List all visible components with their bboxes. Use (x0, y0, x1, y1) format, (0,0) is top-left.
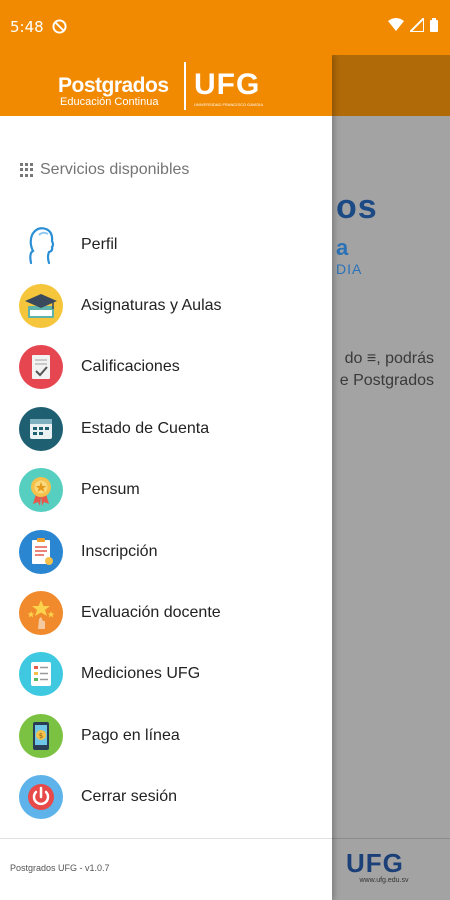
drawer-footer-divider (0, 838, 332, 839)
apps-grid-icon (20, 163, 34, 177)
mobile-payment-icon: $ (19, 713, 63, 758)
menu-item-evaluacion-docente[interactable]: Evaluación docente (0, 582, 332, 643)
brand-ufg: UFG UNIVERSIDAD FRANCISCO GAVIDIA (194, 60, 278, 112)
wifi-icon (388, 18, 404, 31)
svg-text:$: $ (39, 732, 43, 740)
do-not-disturb-icon (52, 19, 67, 34)
status-time: 5:48 (10, 18, 44, 36)
section-label-text: Servicios disponibles (40, 161, 190, 178)
menu-label: Estado de Cuenta (81, 419, 210, 437)
checklist-icon (19, 529, 63, 574)
background-text: do ≡, podrás e Postgrados (332, 348, 450, 392)
drawer-header: Postgrados Educación Continua UFG UNIVER… (0, 55, 332, 116)
menu-label: Evaluación docente (81, 604, 221, 622)
brand-ufg-text: UFG (194, 68, 261, 101)
menu-item-estado-cuenta[interactable]: Estado de Cuenta (0, 398, 332, 459)
menu-item-perfil[interactable]: Perfil (0, 214, 332, 275)
profile-head-icon (19, 222, 63, 267)
brand-divider (184, 62, 186, 110)
background-screen[interactable]: os a DIA do ≡, podrás e Postgrados UFG w… (332, 55, 450, 900)
background-footer-logo: UFG www.ufg.edu.sv (346, 848, 422, 884)
menu-label: Calificaciones (81, 358, 180, 376)
menu-item-asignaturas[interactable]: Asignaturas y Aulas (0, 275, 332, 336)
menu-item-pago-en-linea[interactable]: $ Pago en línea (0, 705, 332, 766)
app-version: Postgrados UFG - v1.0.7 (10, 863, 110, 873)
grades-document-icon (19, 345, 63, 390)
background-title: os (336, 188, 378, 226)
survey-board-icon (19, 652, 63, 697)
power-icon (19, 775, 63, 820)
background-subtitle: a (336, 235, 349, 260)
menu-item-cerrar-sesion[interactable]: Cerrar sesión (0, 767, 332, 828)
menu-label: Inscripción (81, 542, 158, 560)
battery-icon (430, 18, 438, 32)
account-statement-icon (19, 406, 63, 451)
brand-ufg-subtitle: UNIVERSIDAD FRANCISCO GAVIDIA (194, 102, 264, 107)
section-label: Servicios disponibles (20, 161, 189, 179)
background-subtitle-2: DIA (336, 261, 363, 277)
brand-subtitle: Educación Continua (60, 96, 159, 108)
graduation-cap-icon (19, 284, 63, 329)
medal-icon (19, 468, 63, 513)
menu-label: Cerrar sesión (81, 788, 178, 806)
menu-label: Asignaturas y Aulas (81, 297, 222, 315)
background-text-line-2: e Postgrados (339, 372, 434, 389)
navigation-drawer: Postgrados Educación Continua UFG UNIVER… (0, 55, 332, 900)
background-footer-logo-text: UFG (346, 848, 404, 878)
menu-item-pensum[interactable]: Pensum (0, 460, 332, 521)
menu-item-calificaciones[interactable]: Calificaciones (0, 337, 332, 398)
menu-label: Pago en línea (81, 726, 180, 744)
status-bar: 5:48 (0, 0, 450, 55)
background-footer-divider (332, 838, 450, 839)
background-toolbar (332, 55, 450, 116)
menu-item-inscripcion[interactable]: Inscripción (0, 521, 332, 582)
brand-postgrados: Postgrados Educación Continua (58, 60, 180, 112)
brand-logo: Postgrados Educación Continua UFG UNIVER… (58, 60, 278, 112)
drawer-menu: Perfil Asignaturas y Aulas Calificacione… (0, 214, 332, 828)
menu-label: Perfil (81, 235, 118, 253)
background-text-line-1: do ≡, podrás (344, 350, 434, 367)
menu-item-mediciones-ufg[interactable]: Mediciones UFG (0, 644, 332, 705)
menu-label: Mediciones UFG (81, 665, 201, 683)
signal-icon (410, 18, 424, 32)
star-rating-icon (19, 591, 63, 636)
menu-label: Pensum (81, 481, 140, 499)
brand-postgrados-text: Postgrados (58, 74, 169, 97)
